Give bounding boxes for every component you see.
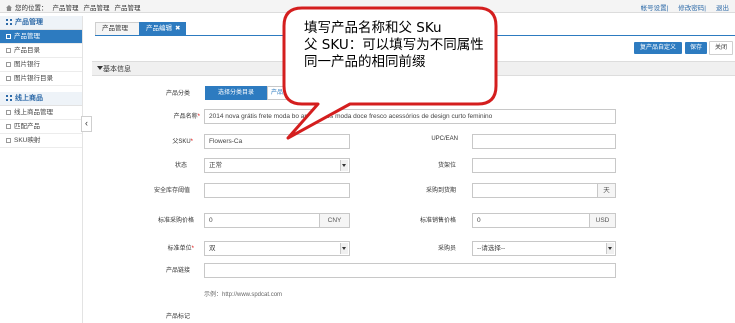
label-text: 产品名称 — [173, 114, 198, 120]
breadcrumb-item[interactable]: 产品管理 — [84, 5, 110, 12]
unit-select[interactable]: 双 — [204, 241, 350, 256]
sidebar-collapse-toggle[interactable]: ‹ — [81, 116, 92, 132]
sidebar-item-label: 图片银行目录 — [14, 75, 53, 82]
purchase-price-input[interactable]: 0 — [204, 213, 320, 228]
tab-product-edit[interactable]: 产品编辑 ✖ — [139, 22, 186, 35]
sale-currency: USD — [590, 213, 616, 228]
days-unit: 天 — [598, 183, 616, 198]
sale-price-input[interactable]: 0 — [472, 213, 590, 228]
label-text: 标准单位 — [167, 246, 192, 252]
sale-price-label: 标准销售价格 — [419, 218, 456, 224]
list-icon — [6, 34, 11, 39]
status-label: 状态 — [174, 163, 187, 169]
buyer-select[interactable]: --请选择-- — [472, 241, 616, 256]
chevron-down-icon — [340, 160, 348, 171]
account-settings-link[interactable]: 帐号设置 — [641, 5, 667, 12]
category-secondary-button[interactable]: 产品分类 — [267, 86, 293, 100]
required-mark: * — [191, 246, 194, 252]
tag-label: 产品标记 — [165, 314, 190, 320]
sidebar-item-label: 图片银行 — [14, 61, 40, 68]
list-icon — [6, 110, 11, 115]
sidebar-section-label: 产品管理 — [15, 19, 43, 26]
sidebar-item-label: 产品管理 — [14, 33, 40, 40]
label-text: 父SKU — [172, 139, 191, 145]
list-icon — [6, 138, 11, 143]
sidebar-item-match-products[interactable]: 匹配产品 — [0, 120, 82, 134]
parent-sku-label: 父SKU* — [123, 136, 193, 145]
sidebar-item-image-bank[interactable]: 图片银行 — [0, 58, 82, 72]
buyer-label: 采购员 — [437, 246, 456, 252]
product-name-input[interactable]: 2014 nova grátis frete moda bo ar de flo… — [204, 109, 616, 124]
select-category-button[interactable]: 选择分类目录 — [205, 86, 267, 100]
breadcrumb-item[interactable]: 产品管理 — [115, 5, 141, 12]
sidebar-item-label: 线上商品管理 — [14, 109, 53, 116]
unit-label: 标准单位* — [124, 243, 194, 252]
required-mark: * — [197, 114, 200, 120]
sidebar-item-image-bank-catalog[interactable]: 图片银行目录 — [0, 72, 82, 86]
sidebar-section-product[interactable]: 产品管理 — [0, 16, 82, 30]
close-icon[interactable]: ✖ — [175, 25, 180, 32]
link-label: 产品链接 — [165, 268, 190, 274]
sidebar-item-label: 匹配产品 — [14, 123, 40, 130]
sidebar-item-label: 产品目录 — [14, 47, 40, 54]
purchase-days-label: 采购到货期 — [425, 188, 456, 194]
callout-text: 填写产品名称和父 SKu 父 SKU：可以填写为不同属性 同一产品的相同前缀 — [304, 20, 484, 71]
top-links: 帐号设置| 修改密码| 退出 — [640, 5, 729, 12]
upc-label: UPC/EAN — [431, 136, 458, 142]
breadcrumb-item[interactable]: 产品管理 — [53, 5, 79, 12]
copy-product-button[interactable]: 复产品自定义 — [634, 42, 682, 54]
list-icon — [6, 124, 11, 129]
product-name-label: 产品名称* — [130, 111, 200, 120]
change-password-link[interactable]: 修改密码 — [678, 5, 704, 12]
label-text: 产品分类 — [165, 91, 190, 97]
grid-icon — [6, 19, 12, 25]
list-icon — [6, 62, 11, 67]
callout-line: 同一产品的相同前缀 — [304, 54, 426, 70]
tab-label: 产品管理 — [102, 25, 128, 32]
section-title: 基本信息 — [103, 66, 131, 73]
home-icon — [6, 5, 12, 11]
breadcrumb-prefix: 您的位置： — [15, 5, 48, 12]
product-link-input[interactable] — [204, 263, 616, 278]
list-icon — [6, 48, 11, 53]
sidebar-section-online[interactable]: 线上商品 — [0, 92, 82, 106]
link-hint: 示例：http://www.spdcat.com — [204, 292, 283, 298]
grid-icon — [6, 95, 12, 101]
logout-link[interactable]: 退出 — [716, 5, 729, 12]
purchase-currency: CNY — [320, 213, 350, 228]
status-select[interactable]: 正常 — [204, 158, 350, 173]
safety-stock-input[interactable] — [204, 183, 350, 198]
sidebar-item-sku-mapping[interactable]: SKU映射 — [0, 134, 82, 148]
sidebar-item-product-management[interactable]: 产品管理 — [0, 30, 82, 44]
close-button[interactable]: 关闭 — [709, 41, 733, 55]
buyer-value: --请选择-- — [477, 245, 506, 252]
parent-sku-input[interactable]: Flowers-Ca — [204, 134, 350, 149]
tab-product-management[interactable]: 产品管理 — [95, 22, 140, 35]
callout-line: 填写产品名称和父 SKu — [304, 20, 442, 36]
sidebar-item-product-catalog[interactable]: 产品目录 — [0, 44, 82, 58]
chevron-down-icon — [606, 243, 614, 254]
chevron-down-icon — [340, 243, 348, 254]
callout-line: 父 SKU：可以填写为不同属性 — [304, 37, 484, 53]
upc-input[interactable] — [472, 134, 616, 149]
purchase-days-input[interactable] — [472, 183, 598, 198]
category-label: 产品分类 — [120, 88, 190, 97]
sidebar-section-label: 线上商品 — [15, 95, 43, 102]
breadcrumb: 您的位置： 产品管理 产品管理 产品管理 — [6, 2, 146, 12]
sidebar-item-online-products[interactable]: 线上商品管理 — [0, 106, 82, 120]
sidebar: 产品管理 产品管理 产品目录 图片银行 图片银行目录 线上商品 线上商品管理 匹… — [0, 16, 83, 323]
shelf-input[interactable] — [472, 158, 616, 173]
sidebar-item-label: SKU映射 — [14, 137, 41, 144]
unit-value: 双 — [209, 245, 216, 252]
shelf-label: 货架位 — [437, 163, 456, 169]
save-button[interactable]: 保存 — [685, 42, 707, 54]
top-bar: 您的位置： 产品管理 产品管理 产品管理 帐号设置| 修改密码| 退出 — [0, 0, 735, 13]
status-value: 正常 — [209, 162, 222, 169]
list-icon — [6, 76, 11, 81]
safety-stock-label: 安全库存阈值 — [153, 188, 190, 194]
tab-label: 产品编辑 — [146, 25, 172, 32]
purchase-price-label: 标准采购价格 — [157, 218, 194, 224]
required-mark: * — [190, 139, 193, 145]
